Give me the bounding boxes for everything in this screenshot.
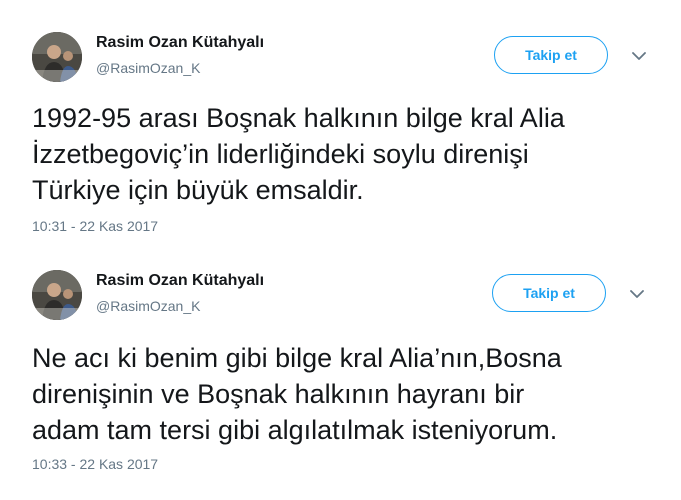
tweet-text-line: İzzetbegoviç’in liderliğindeki soylu dir… [32,139,529,169]
author-name[interactable]: Rasim Ozan Kütahyalı [96,34,264,52]
tweet-text: Ne acı ki benim gibi bilge kral Alia’nın… [32,340,662,448]
author-name[interactable]: Rasim Ozan Kütahyalı [96,272,264,290]
tweet-text-line: 1992-95 arası Boşnak halkının bilge kral… [32,103,565,133]
tweet-text-line: direnişinin ve Boşnak halkının hayranı b… [32,379,525,409]
follow-button[interactable]: Takip et [494,36,608,74]
tweet-card: Rasim Ozan Kütahyalı @RasimOzan_K Takip … [0,240,681,500]
author-handle[interactable]: @RasimOzan_K [96,298,200,314]
tweet-text-line: Türkiye için büyük emsaldir. [32,175,364,205]
chevron-down-icon[interactable] [629,289,645,299]
tweet-text-line: Ne acı ki benim gibi bilge kral Alia’nın… [32,343,562,373]
tweet-card: Rasim Ozan Kütahyalı @RasimOzan_K Takip … [0,0,681,240]
timestamp[interactable]: 10:33 - 22 Kas 2017 [32,456,158,472]
author-handle[interactable]: @RasimOzan_K [96,60,200,76]
tweet-text-line: adam tam tersi gibi algılatılmak isteniy… [32,415,558,445]
avatar[interactable] [32,32,82,82]
avatar-photo [32,32,82,82]
tweet-text: 1992-95 arası Boşnak halkının bilge kral… [32,100,662,208]
chevron-down-icon[interactable] [631,51,647,61]
timestamp[interactable]: 10:31 - 22 Kas 2017 [32,218,158,234]
avatar-photo [32,270,82,320]
avatar[interactable] [32,270,82,320]
follow-button[interactable]: Takip et [492,274,606,312]
